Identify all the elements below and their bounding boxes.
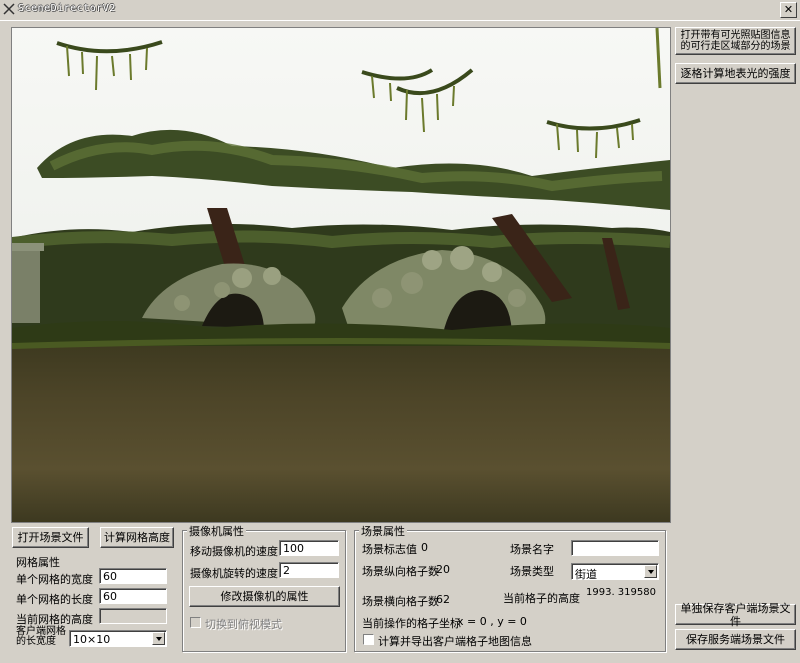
grid-length-input[interactable]: 60 [99, 588, 167, 604]
scene-type-label: 场景类型 [510, 565, 554, 578]
client-grid-size-label: 客户端网格的长宽度 [16, 626, 66, 647]
calc-grid-height-button[interactable]: 计算网格高度 [100, 527, 174, 548]
title-bar: SceneDirectorV2 ✕ [0, 0, 800, 21]
close-icon: ✕ [783, 3, 794, 16]
close-button[interactable]: ✕ [780, 2, 797, 18]
calc-light-button[interactable]: 逐格计算地表光的强度 [675, 63, 796, 84]
grid-properties-title: 网格属性 [14, 554, 62, 570]
current-grid-coord-label: 当前操作的格子坐标 [362, 617, 461, 630]
scene-type-select[interactable]: 街道 [571, 563, 659, 581]
grid-width-input[interactable]: 60 [99, 568, 167, 584]
scene-vertical-grid-label: 场景纵向格子数 [362, 565, 439, 578]
topdown-mode-label: 切换到俯视模式 [205, 618, 282, 631]
scene-viewport[interactable] [11, 27, 671, 523]
app-icon [3, 3, 15, 15]
scene-name-label: 场景名字 [510, 543, 554, 556]
grid-current-height-input [99, 608, 167, 624]
window-title: SceneDirectorV2 [18, 3, 116, 14]
export-client-grid-label: 计算并导出客户端格子地图信息 [378, 635, 532, 648]
chevron-down-icon[interactable] [152, 632, 165, 645]
current-grid-height-label: 当前格子的高度 [503, 592, 580, 605]
scene-name-input[interactable] [571, 540, 659, 556]
camera-move-speed-label: 移动摄像机的速度 [190, 545, 278, 558]
scene-render [12, 28, 670, 522]
scene-vertical-grid-value: 20 [436, 563, 450, 576]
scene-flag-label: 场景标志值 [362, 543, 417, 556]
camera-rotate-speed-input[interactable]: 2 [279, 562, 339, 578]
grid-length-label: 单个网格的长度 [16, 593, 93, 606]
grid-width-label: 单个网格的宽度 [16, 573, 93, 586]
chevron-down-icon[interactable] [644, 565, 657, 578]
open-scene-button[interactable]: 打开场景文件 [12, 527, 89, 548]
camera-properties-title: 摄像机属性 [187, 523, 246, 539]
grid-current-height-label: 当前网格的高度 [16, 613, 93, 626]
topdown-mode-checkbox [190, 617, 201, 628]
save-client-scene-button[interactable]: 单独保存客户端场景文件 [675, 602, 796, 628]
camera-rotate-speed-label: 摄像机旋转的速度 [190, 567, 278, 580]
client-grid-size-select[interactable]: 10×10 [69, 630, 167, 647]
open-lit-scene-button[interactable]: 打开带有可光照贴图信息的可行走区域部分的场景 [675, 27, 796, 55]
current-grid-height-value: 1993. 319580 [586, 587, 656, 598]
scene-horizontal-grid-label: 场景横向格子数 [362, 595, 439, 608]
current-grid-coord-value: x = 0 , y = 0 [457, 615, 527, 628]
save-server-scene-button[interactable]: 保存服务端场景文件 [675, 629, 796, 650]
export-client-grid-checkbox[interactable] [363, 634, 374, 645]
scene-properties-title: 场景属性 [359, 523, 407, 539]
scene-flag-value: 0 [421, 541, 428, 554]
scene-horizontal-grid-value: 62 [436, 593, 450, 606]
modify-camera-button[interactable]: 修改摄像机的属性 [189, 586, 340, 607]
camera-move-speed-input[interactable]: 100 [279, 540, 339, 556]
